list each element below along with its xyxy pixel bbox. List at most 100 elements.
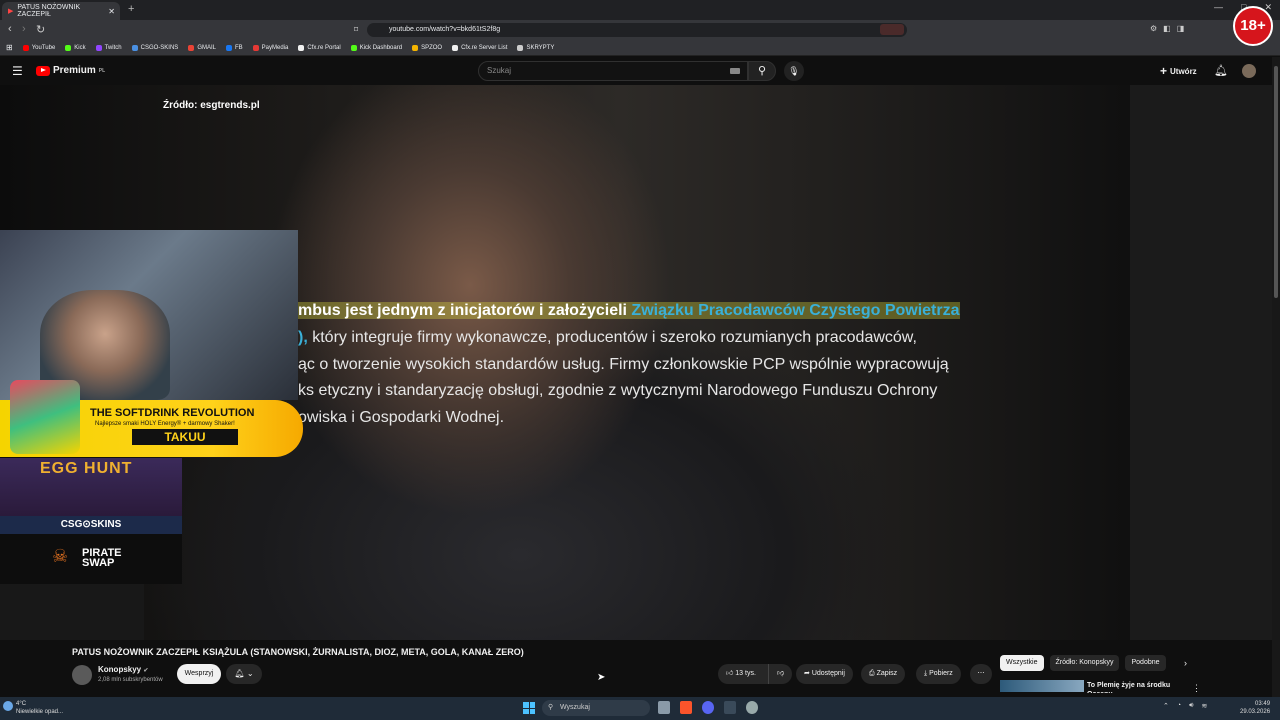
clock-time: 03:49 [1255,701,1271,707]
chevron-right-icon[interactable]: › [1184,658,1187,668]
obs-icon[interactable] [746,701,758,714]
chevron-down-icon: ⌄ [246,669,254,678]
logo-country: PL [98,67,106,74]
reload-icon[interactable]: ↻ [36,23,45,36]
bookmark-twitch[interactable]: Twitch [95,44,122,51]
promo-brand: TAKUU [132,429,238,445]
bookmark-fb[interactable]: FB [226,44,243,51]
youtube-icon [22,44,29,51]
network-icon[interactable]: ◔ [1177,702,1181,710]
task-view-icon[interactable] [658,701,670,714]
notifications-bell-icon[interactable]: 🔔︎ [1214,64,1228,77]
search-button[interactable]: ⚲ [748,61,776,81]
bookmark-label: YouTube [31,44,56,51]
system-tray[interactable]: ⌃ ◔ 🔊︎ ≋ [1163,702,1207,710]
chip-source[interactable]: Źródło: Konopskyy [1049,655,1120,671]
brave-shield-icon[interactable] [880,24,904,35]
bookmark-icon[interactable]: ⌑ [354,25,358,34]
channel-name[interactable]: Konopskyy ✔ [98,665,148,674]
volume-icon[interactable]: 🔊︎ [1189,702,1193,710]
bookmark-save-icon: ⎙ [869,670,875,677]
like-button[interactable]: 👍︎ 13 tys. [718,664,768,684]
bookmark-spzoo[interactable]: SPZOO [412,44,443,51]
channel-name-text: Konopskyy [98,665,142,674]
windows-start-icon[interactable] [523,702,535,714]
bookmark-label: GMAIL [197,44,216,51]
brave-browser-icon[interactable] [680,701,692,714]
weather-widget[interactable]: 4°C Niewielkie opad... [16,700,63,716]
new-tab-button[interactable]: + [128,3,134,15]
discord-icon[interactable] [702,701,714,714]
apps-grid-icon[interactable]: ⊞ [6,43,13,52]
support-button[interactable]: Wesprzyj [177,664,221,684]
keyboard-icon[interactable] [730,68,740,74]
thumbs-up-icon: 👍︎ [726,670,734,677]
download-button[interactable]: ⤓ Pobierz [916,664,961,684]
voice-search-mic-icon[interactable]: 🎙︎ [784,61,804,81]
back-icon[interactable]: ‹ [8,23,12,35]
bookmark-kick[interactable]: Kick [65,44,86,51]
bookmark-kick-dashboard[interactable]: Kick Dashboard [350,44,403,51]
bookmark-label: Kick Dashboard [359,44,403,51]
app-icon[interactable] [724,701,736,714]
minimize-button[interactable]: — [1214,2,1223,13]
chip-all[interactable]: Wszystkie [1000,655,1044,671]
bookmark-label: Cfx.re Server List [461,44,508,51]
share-button[interactable]: ➦ Udostępnij [796,664,853,684]
subtitle-link[interactable]: Związku Pracodawców Czystego Powietrza [631,302,960,319]
save-button[interactable]: ⎙ Zapisz [861,664,906,684]
pirate-skull-icon: ☠ [52,546,69,566]
promo-title: THE SOFTDRINK REVOLUTION [90,407,255,419]
create-button[interactable]: + Utwórz [1160,64,1197,78]
overlay-gap [0,584,144,640]
more-actions-button[interactable]: ⋯ [970,664,992,684]
kick-icon [350,44,357,51]
address-bar[interactable]: youtube.com/watch?v=bkd61tS2f8g [367,23,907,37]
cfx-icon [298,44,305,51]
subscription-bell-toggle[interactable]: 🔔︎ ⌄ [226,664,262,684]
browser-tab-bar [0,0,1280,20]
tray-chevron-up-icon[interactable]: ⌃ [1163,702,1169,710]
scrollbar-thumb[interactable] [1274,66,1278,298]
hamburger-menu-icon[interactable]: ☰ [12,64,23,78]
tab-close-icon[interactable]: ✕ [108,7,115,16]
taskbar-clock[interactable]: 03:49 29.03.2026 [1240,700,1270,716]
bookmark-paymedia[interactable]: PayMedia [252,44,288,51]
promo-subtitle: Najlepsze smaki HOLY Energy® + darmowy S… [95,421,235,427]
folder-icon [517,44,524,51]
bookmark-cfx-server-list[interactable]: Cfx.re Server List [452,44,508,51]
bookmark-skrypty[interactable]: SKRYPTY [517,44,554,51]
channel-avatar[interactable] [72,665,92,685]
more-vertical-icon[interactable]: ⋮ [1192,683,1201,694]
youtube-premium-logo[interactable]: Premium PL [36,65,105,76]
clock-date: 29.03.2026 [1240,709,1271,715]
bookmark-csgo-skins[interactable]: CSGO-SKINS [131,44,178,51]
browser-tab[interactable]: ▶ PATUS NOŻOWNIK ZACZEPIŁ ✕ [2,2,120,20]
subtitle-line-3: ąc o tworzenie wysokich standardów usług… [298,356,949,373]
bookmark-youtube[interactable]: YouTube [22,44,56,51]
chip-related[interactable]: Podobne [1125,655,1166,671]
wifi-icon[interactable]: ≋ [1202,702,1208,710]
subtitle-text: który integruje firmy wykonawcze, produc… [312,329,917,346]
subtitle-line-1: mbus jest jednym z inicjatorów i założyc… [298,302,960,320]
tab-title: PATUS NOŻOWNIK ZACZEPIŁ [17,4,81,18]
age-restriction-badge: 18+ [1233,6,1273,46]
search-input[interactable]: Szukaj [478,61,748,81]
bookmark-label: Cfx.re Portal [307,44,341,51]
bookmark-label: Twitch [104,44,122,51]
bookmark-cfx-portal[interactable]: Cfx.re Portal [298,44,341,51]
taskbar-search[interactable]: ⚲ Wyszukaj [542,700,650,716]
create-label: Utwórz [1170,66,1197,76]
recommended-video-thumbnail[interactable] [1000,680,1084,692]
subtitle-link[interactable]: ), [298,329,312,346]
recommended-video-title[interactable]: To Plemię żyje na środku Oceanu [1087,681,1177,693]
source-caption: Źródło: esgtrends.pl [163,100,260,111]
paymedia-icon [252,44,259,51]
extensions-icon[interactable]: ⚙◧◨ [1150,24,1190,33]
weather-description: Niewielkie opad... [16,709,64,715]
account-avatar[interactable] [1242,64,1256,78]
bookmark-gmail[interactable]: GMAIL [188,44,216,51]
bookmark-label: SPZOO [421,44,443,51]
forward-icon[interactable]: › [22,23,26,35]
dislike-button[interactable]: 👎︎ [768,664,792,684]
